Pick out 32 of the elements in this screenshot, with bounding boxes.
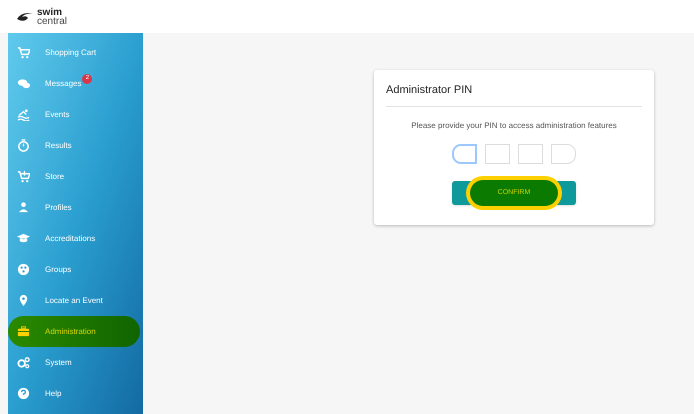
logo-text: swim bbox=[37, 8, 62, 16]
dialog-title: Administrator PIN bbox=[386, 83, 474, 98]
cap-icon bbox=[17, 232, 30, 245]
gears-icon bbox=[17, 356, 30, 369]
dialog-message: Please provide your PIN to access administration features bbox=[410, 120, 618, 132]
pin-input-field[interactable] bbox=[485, 144, 510, 164]
pin-input-field[interactable] bbox=[551, 144, 576, 164]
sidebar-item[interactable]: Results bbox=[8, 130, 143, 161]
briefcase-icon bbox=[17, 325, 30, 338]
group-icon bbox=[17, 263, 30, 276]
sidebar-item[interactable]: Groups bbox=[8, 254, 143, 285]
person-icon bbox=[17, 201, 30, 214]
help-icon bbox=[17, 387, 30, 400]
sidebar-item[interactable]: Locate an Event bbox=[8, 285, 143, 316]
sidebar-item[interactable]: Events bbox=[8, 99, 143, 130]
timer-icon bbox=[17, 139, 30, 152]
logo-text: central bbox=[37, 16, 68, 26]
sidebar-item[interactable]: Profiles bbox=[8, 192, 143, 223]
chat-icon bbox=[17, 77, 30, 90]
sidebar-item[interactable]: System bbox=[8, 347, 143, 378]
cart-icon bbox=[17, 46, 30, 59]
swimmer-icon bbox=[17, 108, 30, 121]
sidebar-item[interactable]: Store bbox=[8, 161, 143, 192]
sidebar-item[interactable]: Administration bbox=[8, 316, 140, 347]
pin-input-field[interactable] bbox=[518, 144, 543, 164]
pin-icon bbox=[17, 294, 30, 307]
sidebar-item[interactable]: Accreditations bbox=[8, 223, 143, 254]
swirl-logo-icon bbox=[16, 10, 34, 22]
sidebar-item[interactable]: Help bbox=[8, 378, 143, 409]
cart-plus-icon bbox=[17, 170, 30, 183]
pin-input-field[interactable] bbox=[452, 144, 477, 164]
sidebar-item[interactable]: Shopping Cart bbox=[8, 37, 143, 68]
